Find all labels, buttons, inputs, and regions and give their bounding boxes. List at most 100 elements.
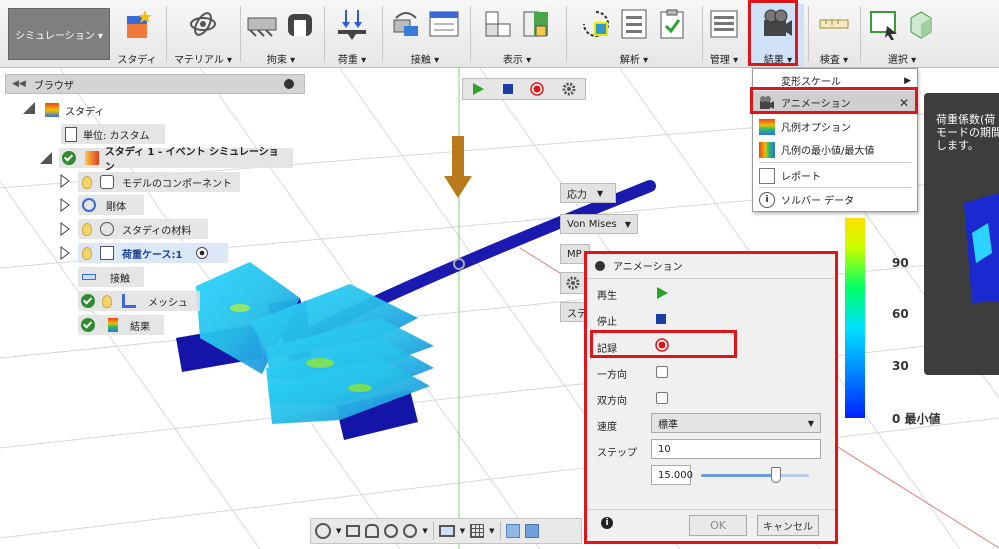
tree-node-components[interactable]: モデルのコンポーネント <box>78 172 240 192</box>
tree-node-study1[interactable]: スタディ 1 - イベント シミュレーション <box>59 147 293 173</box>
toolbar-group-material[interactable]: マテリアル ▾ <box>170 4 236 66</box>
measure-icon <box>819 19 849 29</box>
tree-node-mesh[interactable]: メッシュ <box>78 291 200 311</box>
load-icon <box>338 10 366 40</box>
visibility-bulb-icon[interactable] <box>82 246 92 260</box>
active-radio-icon[interactable] <box>196 247 209 259</box>
tree-label-study1: スタディ 1 - イベント シミュレーション <box>104 147 279 173</box>
menu-label-legend-options: 凡例オプション <box>781 123 851 134</box>
browser-title: ブラウザ <box>33 80 74 92</box>
chevron-down-icon: ▼ <box>597 188 604 198</box>
menu-item-legend-options[interactable]: 凡例オプション <box>753 115 917 138</box>
pin-constraint-icon <box>288 14 312 36</box>
pre-check-icon <box>583 11 609 37</box>
tree-toggle-study[interactable] <box>23 102 35 114</box>
workspace-selector[interactable]: シミュレーション ▾ <box>8 8 110 60</box>
toolbar-group-constraints[interactable]: 拘束 ▾ <box>242 4 320 66</box>
menu-item-solver-data[interactable]: i ソルバー データ <box>753 188 917 211</box>
select-window-icon <box>870 11 897 40</box>
tree-toggle-materials-arrow[interactable] <box>60 222 70 236</box>
menu-divider <box>759 162 911 163</box>
chevron-down-icon[interactable]: ▼ <box>336 527 341 535</box>
record-icon[interactable] <box>530 82 544 96</box>
chevron-down-icon[interactable]: ▼ <box>422 527 427 535</box>
collapse-panel-icon[interactable]: ◀◀ <box>12 79 26 89</box>
result-type-dropdown[interactable]: 応力 ▼ <box>560 183 616 203</box>
highlight-animation-dialog <box>584 251 838 544</box>
toolbar-label-display: 表示 ▾ <box>502 55 532 66</box>
highlight-record-row <box>590 330 737 358</box>
look-at-icon[interactable] <box>346 525 361 537</box>
tree-label-materials: スタディの材料 <box>122 225 192 237</box>
fixed-constraint-icon <box>247 17 277 37</box>
menu-item-report[interactable]: レポート <box>753 164 917 187</box>
tree-node-results[interactable]: 結果 <box>78 315 164 335</box>
orbit-icon[interactable] <box>315 523 331 539</box>
units-value: MP <box>567 248 582 260</box>
highlight-results-button <box>748 0 798 66</box>
toolbar-group-contacts[interactable]: 接触 ▾ <box>386 4 464 66</box>
stress-component-dropdown[interactable]: Von Mises ▼ <box>560 214 638 234</box>
toolbar-group-study[interactable]: スタディ <box>114 4 160 66</box>
view-cube-alt-icon[interactable] <box>524 524 539 538</box>
legend-tick-90: 90 <box>892 256 909 270</box>
viewport-settings-gear[interactable] <box>560 272 586 294</box>
tree-node-load-case[interactable]: 荷重ケース:1 <box>78 243 228 263</box>
toolbar-label-inspect: 検査 ▾ <box>819 55 849 66</box>
mesh-icon <box>122 294 136 308</box>
legend-minmax-icon <box>759 141 775 158</box>
results-small-icon <box>108 318 118 332</box>
browser-close-icon[interactable] <box>284 79 294 89</box>
toolbar-group-display[interactable]: 表示 ▾ <box>474 4 560 66</box>
submenu-arrow-icon: ▶ <box>904 75 911 86</box>
view-cube-icon[interactable] <box>505 524 520 538</box>
tree-node-study[interactable]: スタディ <box>45 100 110 120</box>
stop-icon[interactable] <box>502 83 514 95</box>
tree-node-rigid-body[interactable]: 剛体 <box>78 195 144 215</box>
tree-node-materials[interactable]: スタディの材料 <box>78 219 208 239</box>
visibility-bulb-icon[interactable] <box>82 175 92 189</box>
legend-icon <box>759 118 775 135</box>
load-arrow-icon <box>444 136 472 198</box>
visibility-bulb-icon[interactable] <box>82 222 92 236</box>
zoom-window-icon[interactable] <box>403 524 418 538</box>
tree-toggle-loadcase-arrow[interactable] <box>60 246 70 260</box>
display-settings-icon[interactable] <box>438 525 455 537</box>
toolbar-label-material: マテリアル ▾ <box>173 55 233 66</box>
play-icon[interactable] <box>471 82 485 96</box>
settings-gear-icon[interactable] <box>561 81 577 97</box>
toolbar-label-select: 選択 ▾ <box>887 55 917 66</box>
tree-node-units[interactable]: 単位: カスタム <box>61 124 165 144</box>
legend-tick-min: 0 最小値 <box>892 412 941 426</box>
study-icon <box>45 103 59 117</box>
check-icon <box>81 294 95 308</box>
pan-hand-icon[interactable] <box>365 524 380 538</box>
tree-toggle-components-arrow[interactable] <box>60 174 70 188</box>
material-icon <box>190 12 216 36</box>
menu-item-legend-minmax[interactable]: 凡例の最小値/最大値 <box>753 138 917 161</box>
solve-list-icon <box>621 9 647 39</box>
chevron-down-icon: ▼ <box>624 219 631 229</box>
toolbar-group-solve[interactable]: 解析 ▾ <box>570 4 698 66</box>
menu-label-deform-scale: 変形スケール <box>781 77 841 88</box>
tree-node-contact[interactable]: 接触 <box>78 267 144 287</box>
tree-toggle-study1[interactable] <box>40 152 52 164</box>
chevron-down-icon[interactable]: ▼ <box>460 527 465 535</box>
display-grid-icon <box>485 11 511 37</box>
tooltip-preview-image <box>964 193 999 303</box>
toolbar-label-study: スタディ <box>117 55 157 66</box>
toolbar-group-manage[interactable]: 管理 ▾ <box>704 4 744 66</box>
chevron-down-icon[interactable]: ▼ <box>489 527 494 535</box>
toolbar-group-loads[interactable]: 荷重 ▾ <box>328 4 376 66</box>
zoom-icon[interactable] <box>384 524 399 538</box>
menu-label-solver-data: ソルバー データ <box>781 196 855 207</box>
legend-tick-60: 60 <box>892 307 909 321</box>
tree-label-mesh: メッシュ <box>148 297 188 309</box>
tree-toggle-rigid-arrow[interactable] <box>60 198 70 212</box>
visibility-bulb-icon[interactable] <box>102 294 112 308</box>
toolbar-group-select[interactable]: 選択 ▾ <box>862 4 942 66</box>
toolbar-label-loads: 荷重 ▾ <box>337 55 367 66</box>
grid-settings-icon[interactable] <box>470 524 485 538</box>
tree-label-results: 結果 <box>130 321 150 333</box>
toolbar-group-inspect[interactable]: 検査 ▾ <box>810 4 858 66</box>
